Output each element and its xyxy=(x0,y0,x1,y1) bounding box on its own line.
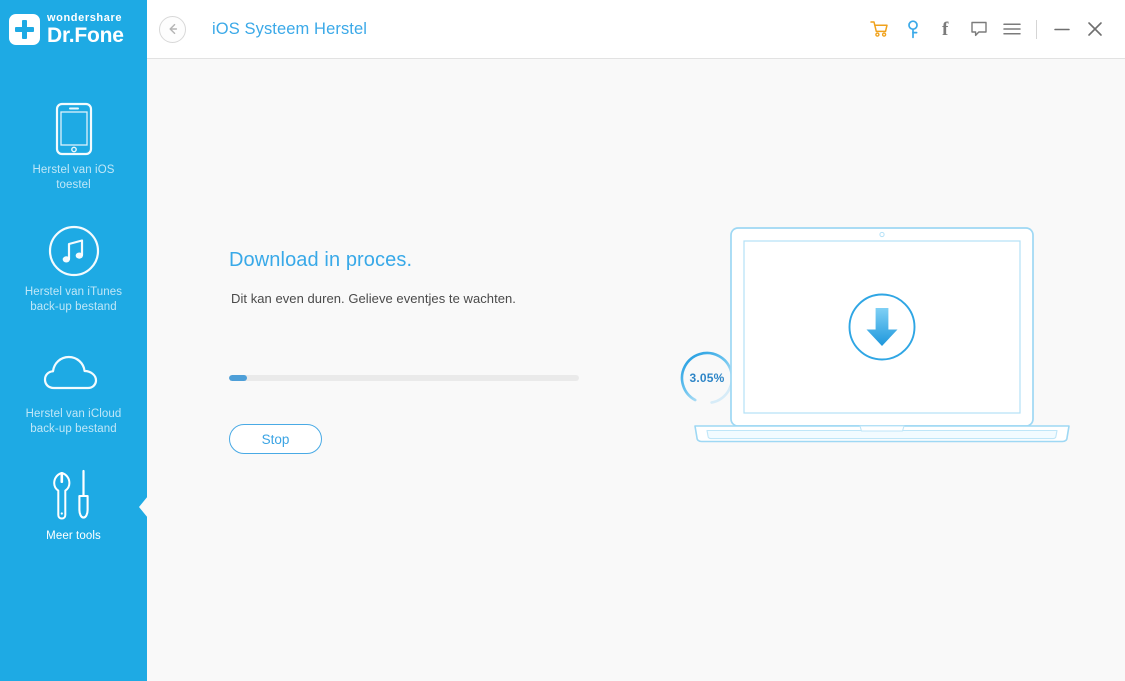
facebook-icon[interactable]: f xyxy=(929,12,962,46)
titlebar-icon-group: f xyxy=(863,12,1111,46)
page-title: iOS Systeem Herstel xyxy=(212,19,368,38)
cart-icon[interactable] xyxy=(863,12,896,46)
brand-small-text: wondershare xyxy=(47,12,123,24)
back-arrow-icon[interactable] xyxy=(159,15,186,43)
sidebar-item-label: Meer tools xyxy=(46,530,101,542)
sidebar-nav: Herstel van iOS toestel Herstel van iTun… xyxy=(0,59,148,560)
svg-text:f: f xyxy=(942,19,949,39)
itunes-music-note-icon xyxy=(8,223,139,279)
status-headline: Download in proces. xyxy=(229,249,413,271)
sidebar-item-ios-device[interactable]: Herstel van iOS toestel xyxy=(0,87,147,209)
progress-bar xyxy=(229,375,579,381)
brand-logo: wondershare Dr.Fone xyxy=(0,0,147,59)
laptop-download-illustration xyxy=(687,222,1077,452)
dr-fone-cross-logo-icon xyxy=(9,14,40,45)
sidebar-item-label: Herstel van iOS toestel xyxy=(32,164,115,191)
brand-main-text: Dr.Fone xyxy=(47,24,124,47)
progress-bar-fill xyxy=(229,375,247,381)
status-subline: Dit kan even duren. Gelieve eventjes te … xyxy=(231,291,516,306)
status-panel: Download in proces. Dit kan even duren. … xyxy=(229,249,649,306)
title-bar: iOS Systeem Herstel f xyxy=(147,0,1125,59)
stop-button[interactable]: Stop xyxy=(229,424,322,454)
wrench-screwdriver-icon xyxy=(8,467,139,523)
sidebar: wondershare Dr.Fone Herstel van iOS toes… xyxy=(0,0,148,681)
content-area: Download in proces. Dit kan even duren. … xyxy=(147,59,1125,681)
close-icon[interactable] xyxy=(1078,12,1111,46)
sidebar-item-itunes-backup[interactable]: Herstel van iTunes back-up bestand xyxy=(0,209,147,331)
menu-icon[interactable] xyxy=(995,12,1028,46)
sidebar-item-icloud-backup[interactable]: Herstel van iCloud back-up bestand xyxy=(0,331,147,453)
feedback-icon[interactable] xyxy=(962,12,995,46)
main-area: iOS Systeem Herstel f Download in proces… xyxy=(147,0,1125,681)
titlebar-divider xyxy=(1036,19,1037,39)
sidebar-item-label: Herstel van iTunes back-up bestand xyxy=(24,286,123,313)
key-icon[interactable] xyxy=(896,12,929,46)
sidebar-item-more-tools[interactable]: Meer tools xyxy=(0,453,148,560)
phone-icon xyxy=(8,101,139,157)
progress-row: 3.05% xyxy=(229,351,734,405)
cloud-icon xyxy=(8,345,139,401)
sidebar-item-label: Herstel van iCloud back-up bestand xyxy=(25,408,122,435)
minimize-icon[interactable] xyxy=(1045,12,1078,46)
app-window: wondershare Dr.Fone Herstel van iOS toes… xyxy=(0,0,1125,681)
